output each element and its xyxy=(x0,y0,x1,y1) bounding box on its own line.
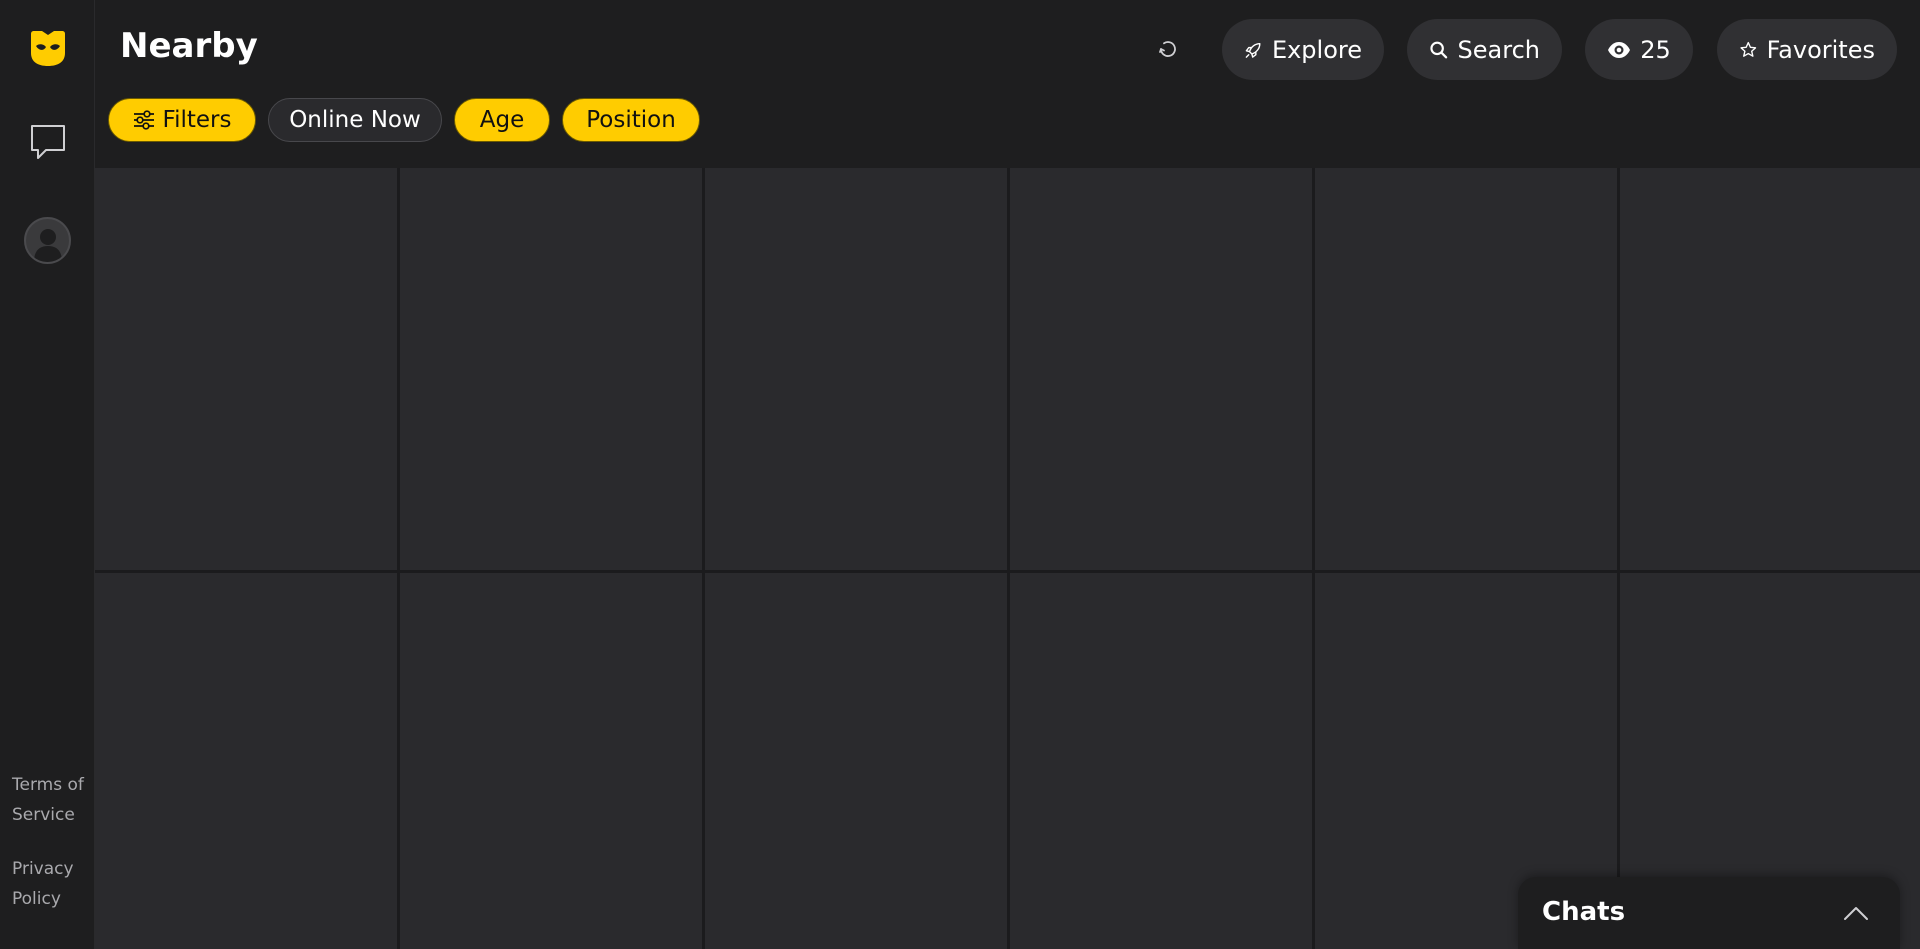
explore-button[interactable]: Explore xyxy=(1222,19,1384,80)
chat-nav-button[interactable] xyxy=(0,112,95,172)
refresh-icon xyxy=(1159,41,1176,57)
avatar-icon xyxy=(33,228,62,262)
profile-tile[interactable] xyxy=(1010,573,1312,949)
views-button[interactable]: 25 xyxy=(1585,19,1693,80)
profile-tile[interactable] xyxy=(95,168,397,570)
views-count: 25 xyxy=(1640,35,1671,64)
privacy-policy-link[interactable]: Privacy Policy xyxy=(12,854,92,914)
age-chip-label: Age xyxy=(479,107,525,133)
rocket-icon xyxy=(1245,42,1261,58)
terms-link-wrap: Terms of Service xyxy=(12,770,92,830)
eye-icon xyxy=(1608,41,1631,58)
chat-bubble-icon xyxy=(30,125,65,159)
refresh-button[interactable] xyxy=(1148,31,1188,67)
terms-of-service-link[interactable]: Terms of Service xyxy=(12,770,92,830)
explore-label: Explore xyxy=(1271,35,1362,64)
chevron-up-icon xyxy=(1844,907,1868,920)
profile-tile[interactable] xyxy=(705,168,1007,570)
profile-grid xyxy=(95,168,1920,949)
profile-tile[interactable] xyxy=(400,573,702,949)
chats-toggle-button[interactable] xyxy=(1836,895,1876,931)
favorites-label: Favorites xyxy=(1766,35,1875,64)
home-logo-button[interactable] xyxy=(0,18,95,78)
chats-drawer[interactable]: Chats xyxy=(1518,877,1900,949)
avatar xyxy=(24,216,71,264)
chats-title: Chats xyxy=(1542,897,1626,927)
sliders-icon xyxy=(133,110,154,130)
age-chip[interactable]: Age xyxy=(454,98,550,142)
search-label: Search xyxy=(1457,35,1540,64)
profile-tile[interactable] xyxy=(1010,168,1312,570)
star-icon xyxy=(1740,41,1757,57)
online-now-chip-label: Online Now xyxy=(289,107,421,133)
profile-tile[interactable] xyxy=(1315,168,1617,570)
profile-tile[interactable] xyxy=(400,168,702,570)
profile-tile[interactable] xyxy=(1620,168,1920,570)
search-icon xyxy=(1430,41,1448,58)
filters-chip[interactable]: Filters xyxy=(108,98,256,142)
sidebar: Terms of Service Privacy Policy xyxy=(0,0,95,949)
position-chip[interactable]: Position xyxy=(562,98,700,142)
filters-chip-label: Filters xyxy=(162,107,232,133)
profile-tile[interactable] xyxy=(705,573,1007,949)
online-now-chip[interactable]: Online Now xyxy=(268,98,442,142)
profile-nav-button[interactable] xyxy=(0,210,95,270)
privacy-link-wrap: Privacy Policy xyxy=(12,854,92,914)
header: Nearby Explore Search 25 Favorites Filte… xyxy=(95,0,1920,168)
search-button[interactable]: Search xyxy=(1407,19,1562,80)
mask-logo-icon xyxy=(30,31,65,66)
page-title: Nearby xyxy=(120,26,258,66)
profile-tile[interactable] xyxy=(95,573,397,949)
position-chip-label: Position xyxy=(586,107,676,133)
app-root: Terms of Service Privacy Policy Nearby E… xyxy=(0,0,1920,949)
favorites-button[interactable]: Favorites xyxy=(1717,19,1897,80)
